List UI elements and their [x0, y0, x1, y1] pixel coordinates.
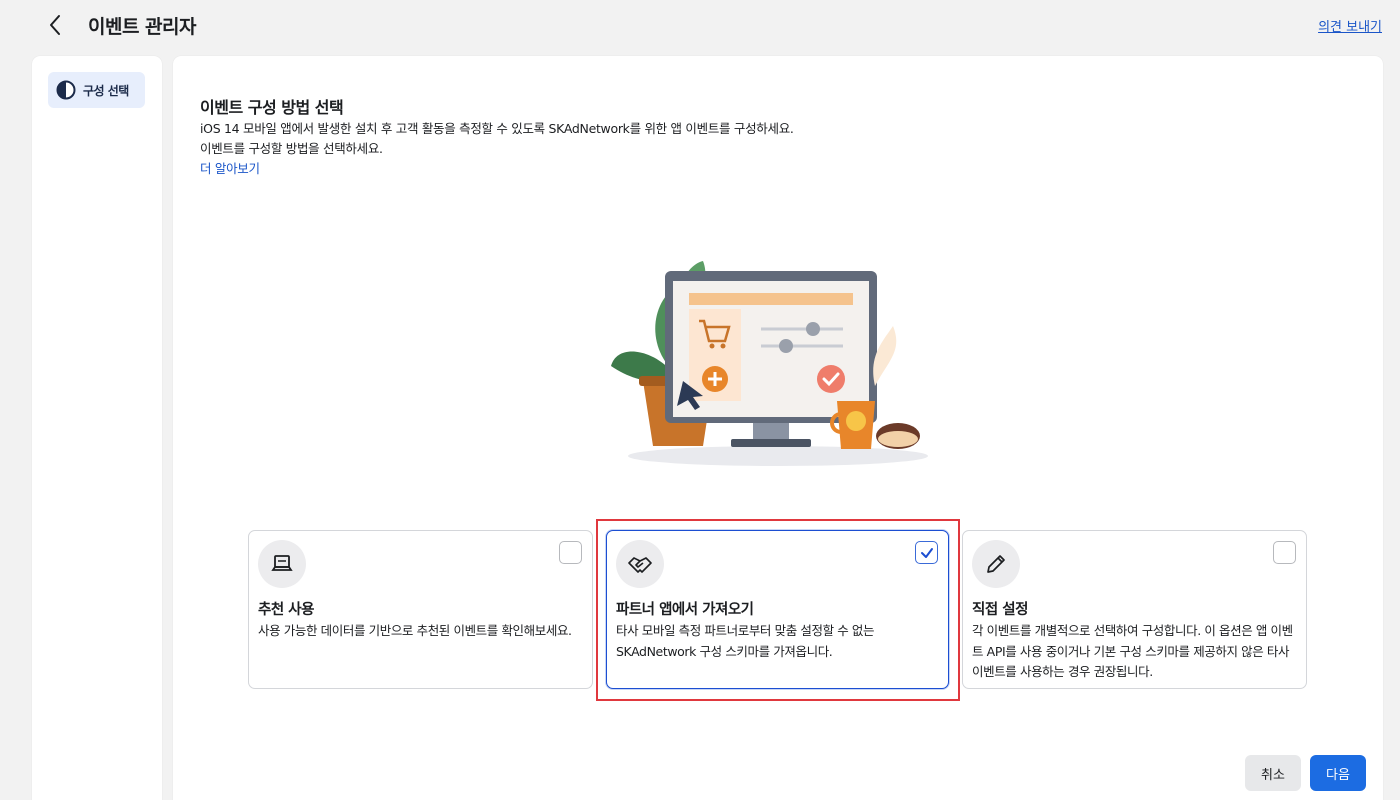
option-icon-bg: [616, 540, 664, 588]
send-feedback-link[interactable]: 의견 보내기: [1318, 16, 1382, 35]
sidebar: 구성 선택: [32, 56, 162, 800]
slider-knob: [779, 339, 793, 353]
option-card-recommended[interactable]: 추천 사용 사용 가능한 데이터를 기반으로 추천된 이벤트를 확인해보세요.: [248, 530, 593, 689]
page-title: 이벤트 관리자: [88, 16, 197, 38]
chevron-left-icon: [50, 15, 60, 35]
option-title: 직접 설정: [972, 602, 1028, 618]
main-panel: 이벤트 구성 방법 선택 iOS 14 모바일 앱에서 발생한 설치 후 고객 …: [173, 56, 1383, 800]
computer-illustration: [611, 261, 928, 466]
handshake-icon: [628, 557, 652, 573]
description-text: iOS 14 모바일 앱에서 발생한 설치 후 고객 활동을 측정할 수 있도록…: [200, 121, 794, 136]
learn-more-link[interactable]: 더 알아보기: [200, 158, 260, 177]
pencil-icon: [987, 555, 1005, 573]
mug-smiley: [846, 411, 866, 431]
option-checkbox[interactable]: [559, 541, 582, 564]
option-title: 추천 사용: [258, 602, 314, 618]
option-icon-bg: [972, 540, 1020, 588]
sidebar-item-label: 구성 선택: [83, 83, 129, 98]
slider-knob: [806, 322, 820, 336]
check-circle: [817, 365, 845, 393]
top-bar: 이벤트 관리자 의견 보내기: [0, 0, 1400, 50]
option-card-import-partner[interactable]: 파트너 앱에서 가져오기 타사 모바일 측정 파트너로부터 맞춤 설정할 수 없…: [606, 530, 949, 689]
option-card-manual-setup[interactable]: 직접 설정 각 이벤트를 개별적으로 선택하여 구성합니다. 이 옵션은 앱 이…: [962, 530, 1307, 689]
option-description: 사용 가능한 데이터를 기반으로 추천된 이벤트를 확인해보세요.: [258, 623, 572, 638]
cancel-button[interactable]: 취소: [1245, 755, 1301, 791]
screen-header: [689, 293, 853, 305]
instruction-text: 이벤트를 구성할 방법을 선택하세요.: [200, 141, 383, 156]
option-checkbox[interactable]: [1273, 541, 1296, 564]
monitor-neck: [753, 423, 789, 441]
sidebar-item-select-configuration[interactable]: 구성 선택: [48, 72, 145, 108]
floor-shadow: [628, 446, 928, 466]
section-title: 이벤트 구성 방법 선택: [200, 98, 344, 117]
monitor-base: [731, 439, 811, 447]
option-title: 파트너 앱에서 가져오기: [616, 602, 754, 618]
option-description: 각 이벤트를 개별적으로 선택하여 구성합니다. 이 옵션은 앱 이벤트 API…: [972, 623, 1293, 679]
next-button[interactable]: 다음: [1310, 755, 1366, 791]
option-description: 타사 모바일 측정 파트너로부터 맞춤 설정할 수 없는 SKAdNetwork…: [616, 623, 875, 659]
option-checkbox-checked[interactable]: [915, 541, 938, 564]
back-button[interactable]: [44, 12, 68, 38]
checkmark-icon: [920, 547, 933, 558]
laptop-icon: [271, 555, 293, 571]
option-icon-bg: [258, 540, 306, 588]
half-circle-icon: [56, 80, 76, 100]
